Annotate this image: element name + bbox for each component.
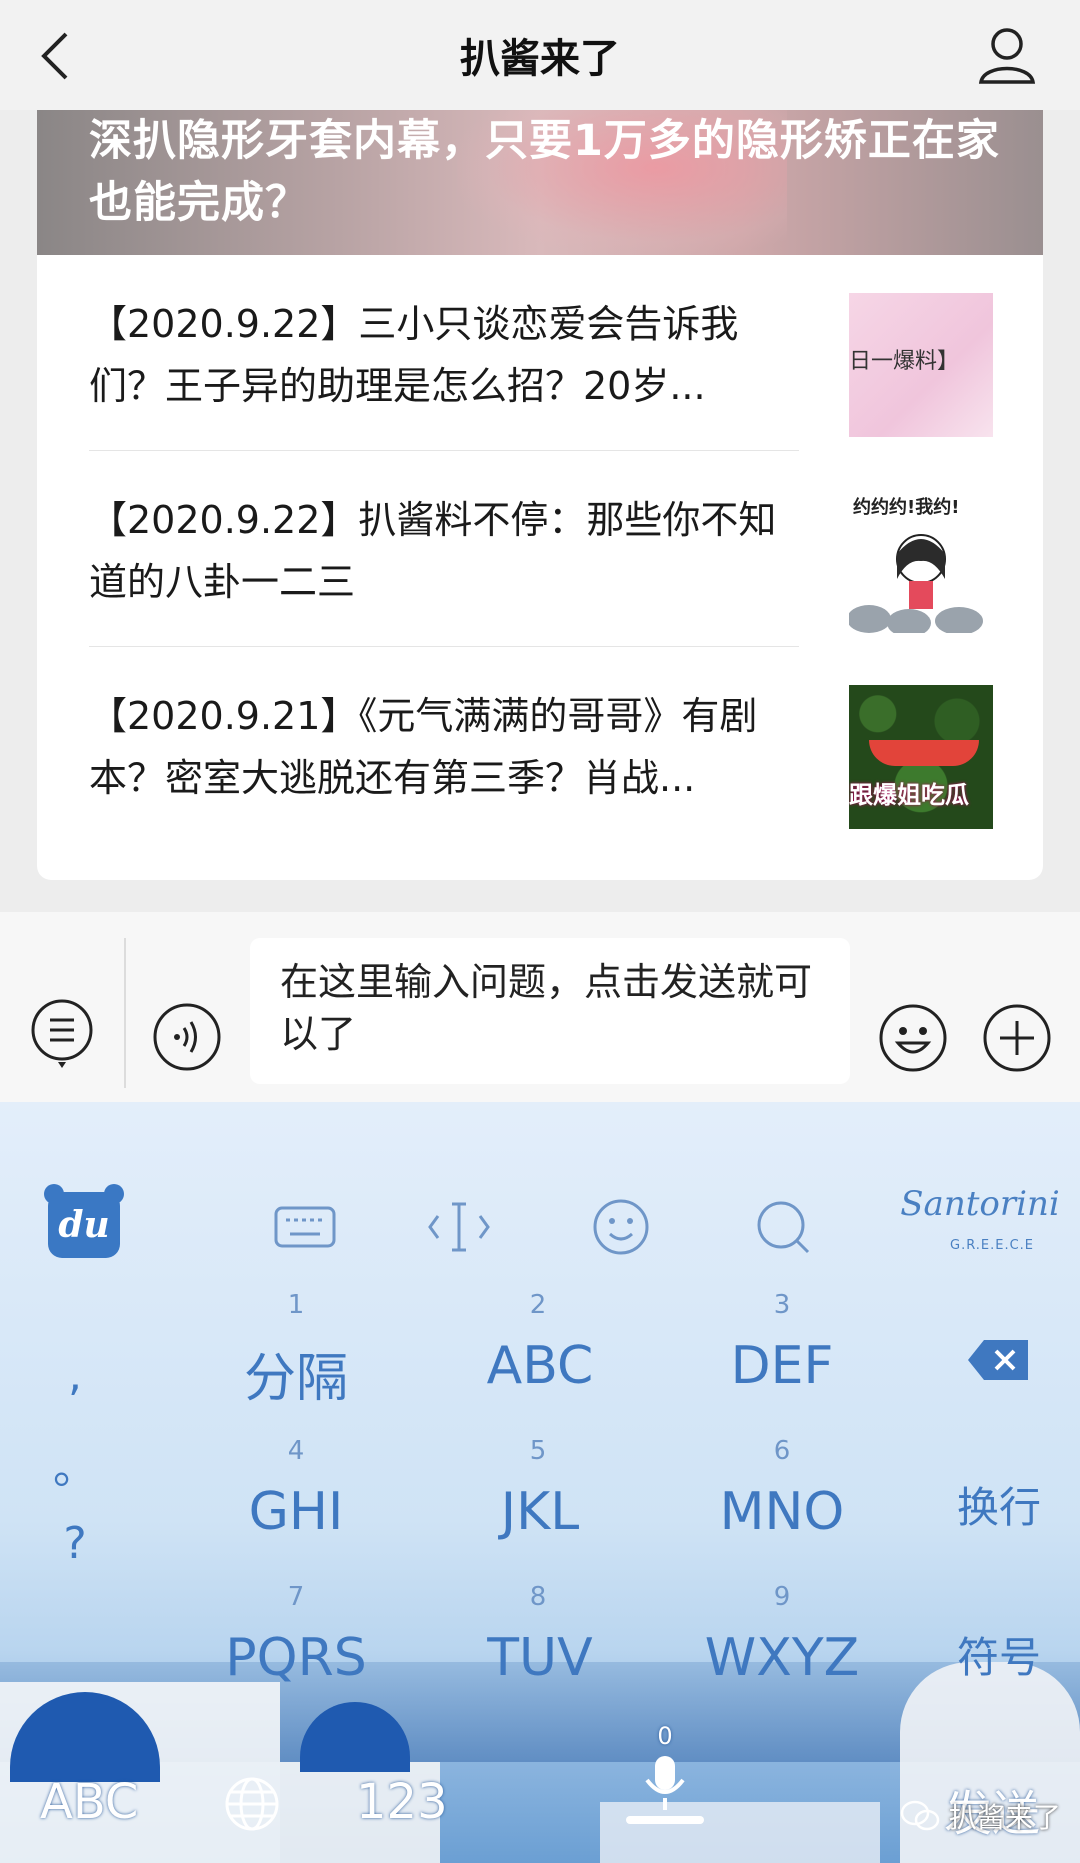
logo-text: du (58, 1204, 110, 1246)
du-logo-icon[interactable]: du (44, 1184, 124, 1258)
key-8[interactable]: TUV (420, 1628, 660, 1688)
comma-key[interactable]: , (40, 1350, 110, 1401)
message-input[interactable]: 在这里输入问题，点击发送就可以了 (250, 938, 850, 1084)
article-card: 深扒隐形牙套内幕，只要1万多的隐形矫正在家也能完成？ 【2020.9.22】三小… (37, 110, 1043, 880)
logo-ear (104, 1184, 124, 1204)
article-title: 【2020.9.22】三小只谈恋爱会告诉我们？王子异的助理是怎么招？20岁... (89, 302, 739, 408)
key-6[interactable]: MNO (662, 1482, 902, 1542)
key-9[interactable]: WXYZ (662, 1628, 902, 1688)
menu-icon[interactable] (30, 998, 94, 1070)
logo-ear (44, 1184, 64, 1204)
globe-icon[interactable] (222, 1774, 282, 1834)
hero-article[interactable]: 深扒隐形牙套内幕，只要1万多的隐形矫正在家也能完成？ (37, 110, 1043, 255)
key-4[interactable]: GHI (176, 1482, 416, 1542)
key-2[interactable]: ABC (420, 1336, 660, 1396)
abc-mode-key[interactable]: ABC (40, 1774, 138, 1830)
key-number: 3 (773, 1290, 791, 1320)
key-number: 1 (287, 1290, 305, 1320)
question-key[interactable]: ? (40, 1518, 110, 1569)
key-number: 8 (529, 1582, 547, 1612)
hero-title: 深扒隐形牙套内幕，只要1万多的隐形矫正在家也能完成？ (89, 116, 1000, 228)
backspace-icon[interactable] (966, 1338, 1030, 1382)
list-item[interactable]: 【2020.9.21】《元气满满的哥哥》有剧本？密室大逃脱还有第三季？肖战...… (89, 647, 993, 843)
thumbnail-text: 跟爆姐吃瓜 (849, 781, 969, 809)
keyboard: du Santorini G.R.E.E.C.E , 。 ? 1 分隔 2 AB… (0, 1102, 1080, 1863)
watermark-text: 扒酱来了 (948, 1801, 1061, 1834)
theme-logo-subtext: G.R.E.E.C.E (950, 1238, 1035, 1253)
key-number: 6 (773, 1436, 791, 1466)
wechat-icon (900, 1800, 940, 1831)
article-title: 【2020.9.21】《元气满满的哥哥》有剧本？密室大逃脱还有第三季？肖战... (89, 694, 758, 800)
santorini-theme-logo: Santorini G.R.E.E.C.E (900, 1176, 1060, 1266)
search-icon[interactable] (746, 1190, 820, 1264)
chat-input-bar: 在这里输入问题，点击发送就可以了 (0, 912, 1080, 1102)
period-key[interactable]: 。 (40, 1432, 110, 1496)
input-placeholder: 在这里输入问题，点击发送就可以了 (280, 960, 813, 1056)
thumbnail-text: 日一爆料】 (849, 349, 960, 374)
list-item[interactable]: 【2020.9.22】扒酱料不停：那些你不知道的八卦一二三 约约约!我约! (89, 451, 993, 647)
key-5[interactable]: JKL (420, 1482, 660, 1542)
voice-icon[interactable] (152, 1002, 222, 1072)
cartoon-girl-icon (849, 534, 983, 633)
cursor-move-icon[interactable] (422, 1190, 496, 1264)
number-mode-key[interactable]: 123 (356, 1774, 448, 1830)
key-number: 9 (773, 1582, 791, 1612)
article-thumbnail: 跟爆姐吃瓜 (849, 685, 993, 829)
article-thumbnail: 日一爆料】 (849, 293, 993, 437)
key-number: 4 (287, 1436, 305, 1466)
watermark: 扒酱来了 (900, 1796, 1070, 1840)
page-title: 扒酱来了 (460, 36, 620, 82)
watermelon-slice (869, 740, 979, 766)
symbols-key[interactable]: 符号 (954, 1624, 1044, 1685)
theme-logo-text: Santorini (900, 1184, 1060, 1224)
plus-icon[interactable] (982, 1003, 1052, 1073)
thumbnail-text: 约约约!我约! (853, 497, 960, 518)
key-1[interactable]: 分隔 (176, 1336, 416, 1411)
key-number: 5 (529, 1436, 547, 1466)
enter-key[interactable]: 换行 (954, 1474, 1044, 1535)
article-title: 【2020.9.22】扒酱料不停：那些你不知道的八卦一二三 (89, 498, 777, 604)
nav-bar: 扒酱来了 (0, 0, 1080, 110)
article-thumbnail: 约约约!我约! (849, 489, 993, 633)
key-number: 2 (529, 1290, 547, 1320)
keyboard-icon[interactable] (268, 1190, 342, 1264)
key-3[interactable]: DEF (662, 1336, 902, 1396)
key-7[interactable]: PQRS (176, 1628, 416, 1688)
key-number: 7 (287, 1582, 305, 1612)
microphone-icon[interactable] (622, 1752, 708, 1828)
emoji-icon[interactable] (878, 1003, 948, 1073)
space-number: 0 (657, 1722, 673, 1750)
emoji-icon[interactable] (584, 1190, 658, 1264)
divider (124, 938, 126, 1088)
list-item[interactable]: 【2020.9.22】三小只谈恋爱会告诉我们？王子异的助理是怎么招？20岁...… (89, 255, 993, 451)
profile-icon[interactable] (976, 24, 1038, 86)
